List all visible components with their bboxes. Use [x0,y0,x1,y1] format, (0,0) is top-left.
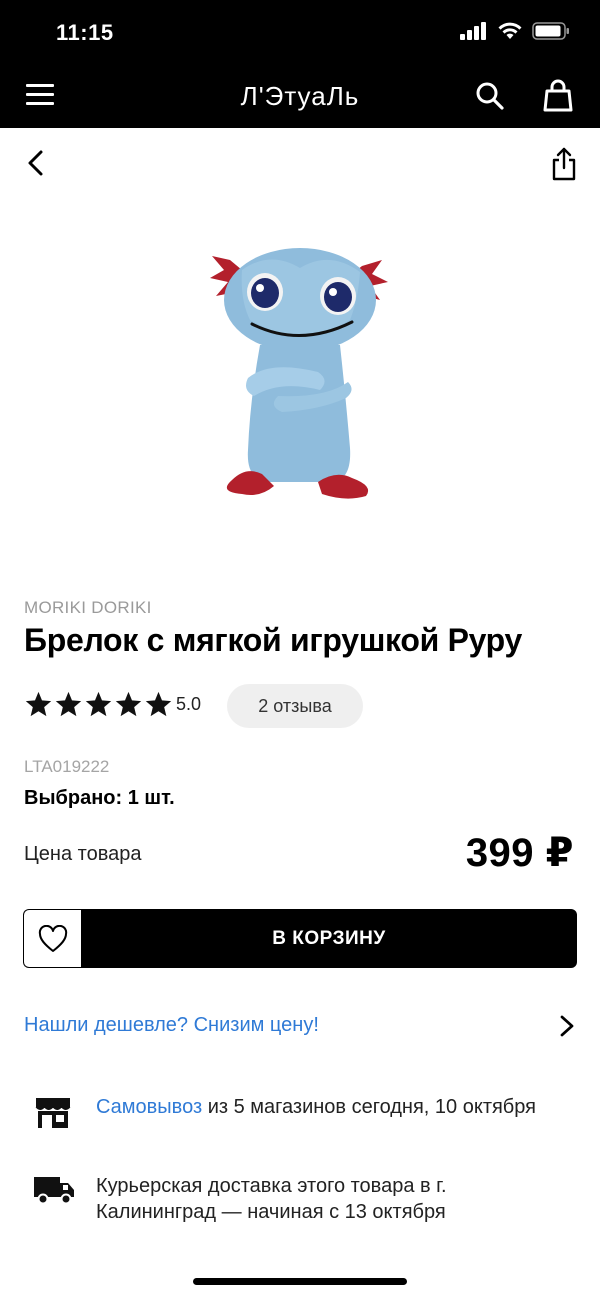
price-label: Цена товара [24,843,142,865]
bag-icon[interactable] [542,78,574,112]
battery-icon [532,22,569,40]
burger-icon[interactable] [26,84,54,108]
status-icons [460,22,570,40]
truck-icon [34,1177,74,1205]
found-cheaper-link[interactable]: Нашли дешевле? Снизим цену! [24,1014,319,1037]
rating-value: 5.0 [176,694,202,714]
status-bar: 11:15 [0,0,600,64]
brand-logo[interactable]: Л'ЭтуаЛь [210,78,390,114]
signal-icon [460,22,486,40]
pickup-link[interactable]: Самовывоз [96,1096,202,1118]
selected-quantity: Выбрано: 1 шт. [24,787,175,809]
share-icon[interactable] [548,146,580,182]
app-header: Л'ЭтуаЛь [0,64,600,128]
product-brand[interactable]: MORIKI DORIKI [24,598,152,618]
rating-stars [24,690,173,719]
star-icon [85,691,112,717]
reviews-button[interactable]: 2 отзыва [227,684,363,728]
store-icon [35,1098,71,1128]
pickup-details: из 5 магазинов сегодня, 10 октября [202,1096,536,1118]
courier-row: Курьерская доставка этого товара в г. Ка… [24,1173,584,1229]
pickup-text: Самовывоз из 5 магазинов сегодня, 10 окт… [96,1094,566,1120]
status-time: 11:15 [56,20,114,45]
product-image[interactable] [190,230,410,520]
star-icon [145,691,172,717]
favorite-button[interactable] [23,909,81,968]
chevron-right-icon[interactable] [556,1013,578,1039]
star-icon [115,691,142,717]
heart-icon [38,925,68,952]
star-icon [25,691,52,717]
star-icon [55,691,82,717]
price-value: 399 ₽ [465,831,574,875]
product-title: Брелок с мягкой игрушкой Руру [24,622,523,658]
wifi-icon [498,22,522,39]
search-icon[interactable] [474,80,506,112]
pickup-row: Самовывоз из 5 магазинов сегодня, 10 окт… [24,1094,584,1150]
home-indicator[interactable] [193,1278,407,1285]
courier-text: Курьерская доставка этого товара в г. Ка… [96,1175,447,1223]
add-to-cart-button[interactable]: В КОРЗИНУ [81,909,577,968]
back-icon[interactable] [22,146,52,180]
svg-text:Л'ЭтуаЛь: Л'ЭтуаЛь [241,81,360,111]
product-sku: LTA019222 [24,757,110,776]
